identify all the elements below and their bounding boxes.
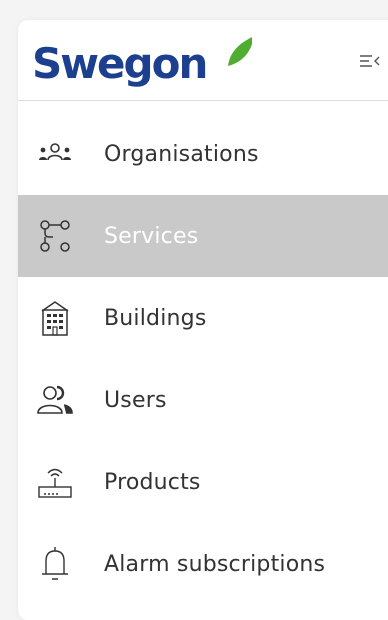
sidebar-item-label: Services <box>104 223 199 249</box>
sidebar-item-label: Alarm subscriptions <box>104 551 326 577</box>
sidebar-item-label: Products <box>104 469 201 495</box>
services-icon <box>36 217 74 255</box>
swegon-logo[interactable]: Swegon <box>32 32 254 92</box>
logo-text: Swegon <box>32 39 206 88</box>
leaf-icon <box>228 36 254 66</box>
collapse-sidebar-icon <box>360 55 380 67</box>
bell-icon <box>36 545 74 583</box>
sidebar-item-label: Organisations <box>104 141 259 167</box>
sidebar-item-organisations[interactable]: Organisations <box>18 113 388 195</box>
sidebar-item-products[interactable]: Products <box>18 441 388 523</box>
sidebar-item-users[interactable]: Users <box>18 359 388 441</box>
sidebar: Swegon Organisations Services Buildings … <box>18 20 388 620</box>
sidebar-item-buildings[interactable]: Buildings <box>18 277 388 359</box>
sidebar-item-services[interactable]: Services <box>18 195 388 277</box>
sidebar-header: Swegon <box>18 20 388 101</box>
sidebar-nav: Organisations Services Buildings Users P… <box>18 113 388 605</box>
sidebar-item-label: Buildings <box>104 305 207 331</box>
collapse-sidebar-button[interactable] <box>358 50 382 72</box>
sidebar-item-alarm-subscriptions[interactable]: Alarm subscriptions <box>18 523 388 605</box>
sidebar-item-label: Users <box>104 387 167 413</box>
building-icon <box>36 299 74 337</box>
products-icon <box>36 463 74 501</box>
users-icon <box>36 381 74 419</box>
organisations-icon <box>36 135 74 173</box>
